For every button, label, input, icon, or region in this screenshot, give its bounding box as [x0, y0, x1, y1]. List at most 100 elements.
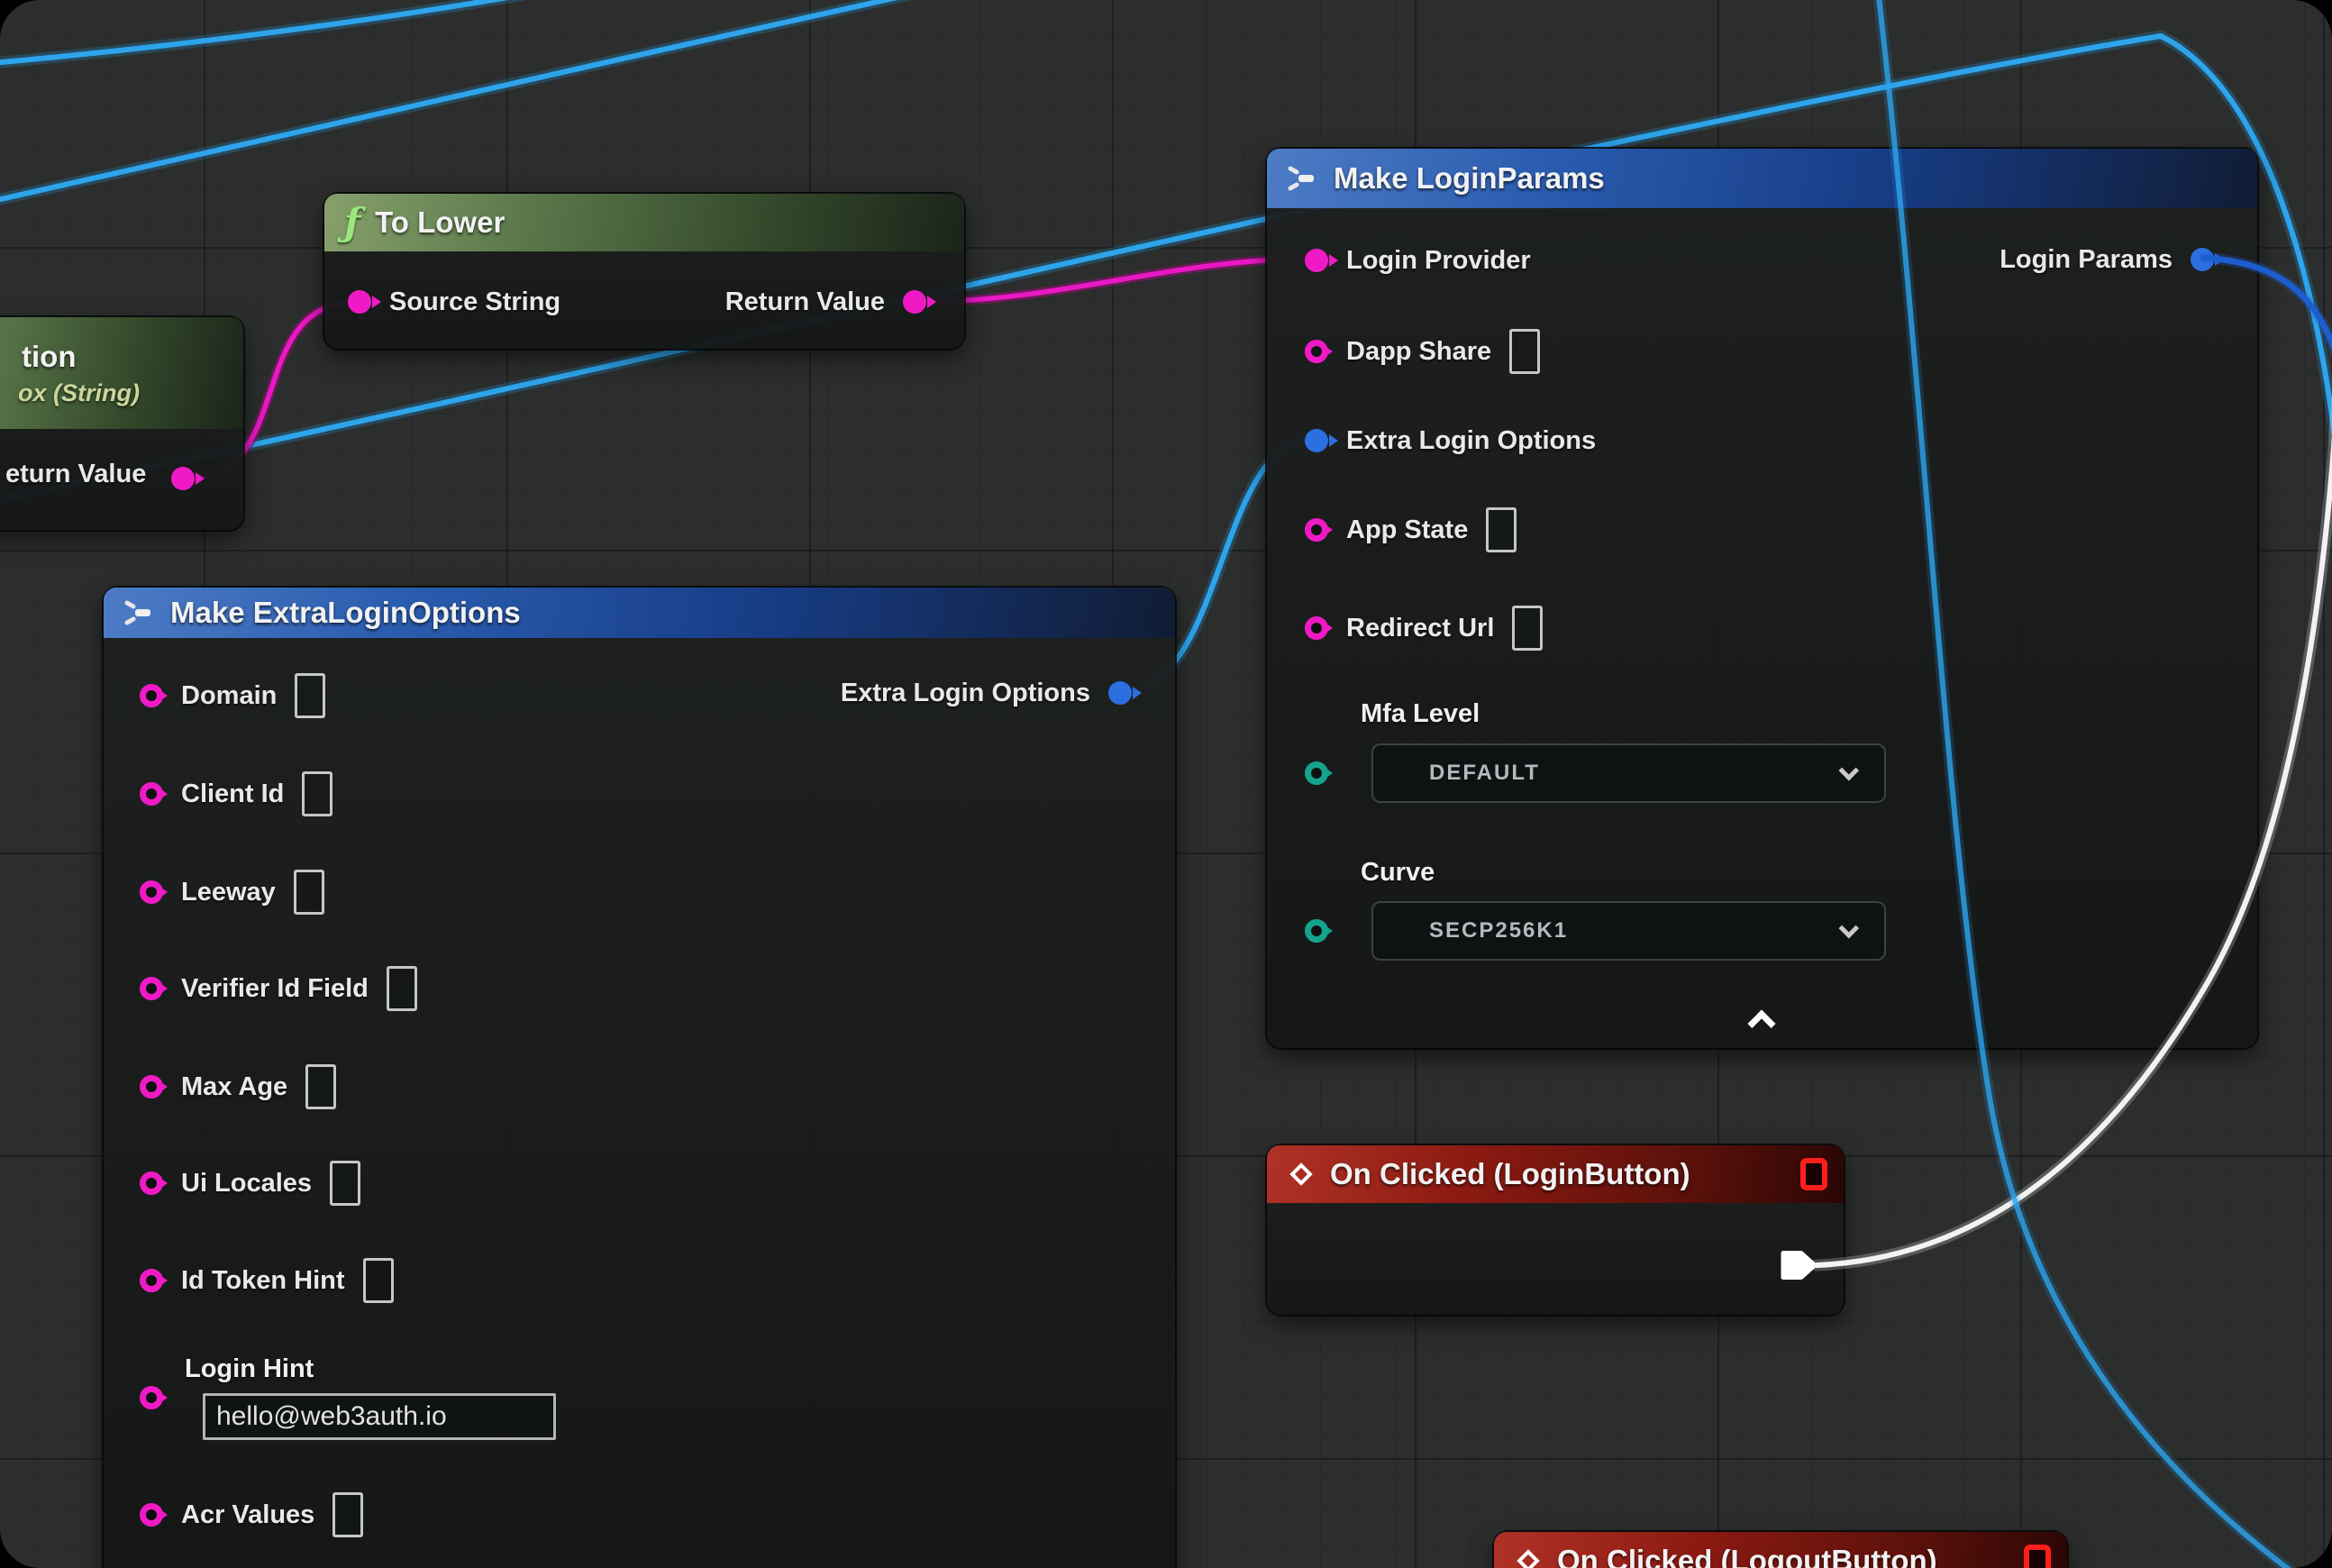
mfa-level-dropdown[interactable]: DEFAULT	[1371, 743, 1886, 803]
input-pin-redirect-url[interactable]	[1305, 616, 1328, 640]
make-struct-icon	[1287, 165, 1319, 192]
pin-label: Acr Values	[181, 1500, 314, 1530]
input-pin-max-age[interactable]	[140, 1075, 163, 1099]
input-pin-app-state[interactable]	[1305, 518, 1328, 542]
pin-row: Verifier Id Field	[140, 969, 417, 1008]
pin-row: Domain	[140, 676, 325, 716]
input-pin-leeway[interactable]	[140, 880, 163, 904]
curve-dropdown[interactable]: SECP256K1	[1371, 901, 1886, 961]
delegate-badge-icon	[1800, 1158, 1827, 1190]
delegate-badge-icon	[2024, 1545, 2051, 1568]
value-box-domain[interactable]	[295, 673, 325, 718]
pin-label: Source String	[389, 287, 560, 317]
pin-row: Extra Login Options	[841, 673, 1132, 713]
input-pin-client-id[interactable]	[140, 782, 163, 806]
pin-label: Id Token Hint	[181, 1266, 345, 1296]
function-icon: ƒ	[344, 204, 360, 242]
pin-row: Login Params	[2000, 240, 2214, 279]
pin-row: Client Id	[140, 774, 332, 814]
node-on-clicked-login-button[interactable]: On Clicked (LoginButton)	[1267, 1145, 1844, 1315]
node-partial-function[interactable]: tion ox (String) eturn Value	[0, 317, 243, 530]
pin-label: Verifier Id Field	[181, 974, 369, 1004]
input-pin-ui-locales[interactable]	[140, 1171, 163, 1195]
pin-label-login-hint: Login Hint	[185, 1354, 314, 1384]
node-make-login-params[interactable]: Make LoginParams Login Params Login Prov…	[1267, 149, 2257, 1048]
node-header: On Clicked (LoginButton)	[1267, 1145, 1844, 1203]
make-struct-icon	[123, 599, 156, 626]
input-pin-mfa-level[interactable]	[1305, 761, 1328, 785]
event-diamond-icon	[1287, 1160, 1316, 1189]
input-pin-source-string[interactable]	[348, 290, 371, 314]
curve-value: SECP256K1	[1429, 918, 1568, 944]
pin-row: Extra Login Options	[1305, 421, 1596, 460]
chevron-down-icon	[1839, 761, 1860, 781]
value-box-acr-values[interactable]	[332, 1492, 363, 1537]
pin-label: Max Age	[181, 1072, 287, 1102]
exec-output-pin[interactable]	[1781, 1247, 1822, 1283]
collapse-node-button[interactable]	[1747, 1009, 1775, 1037]
value-box-verifier-id-field[interactable]	[387, 966, 417, 1011]
value-box-max-age[interactable]	[305, 1064, 336, 1109]
input-pin-login-hint[interactable]	[140, 1386, 163, 1409]
input-pin-dapp-share[interactable]	[1305, 340, 1328, 363]
pin-label: Login Params	[2000, 245, 2173, 275]
pin-row: Return Value	[725, 282, 926, 322]
node-header: On Clicked (LogoutButton)	[1494, 1532, 2067, 1568]
pin-label: Extra Login Options	[841, 679, 1090, 708]
pin-label: Ui Locales	[181, 1169, 312, 1199]
pin-label-return-value: eturn Value	[5, 460, 146, 489]
output-pin-login-params[interactable]	[2191, 248, 2214, 271]
node-to-lower[interactable]: ƒ To Lower Source String Return Value	[324, 194, 964, 349]
pin-label: Redirect Url	[1346, 614, 1494, 643]
pin-label: Extra Login Options	[1346, 426, 1596, 456]
value-box-redirect-url[interactable]	[1512, 606, 1543, 651]
value-box-app-state[interactable]	[1486, 507, 1517, 552]
pin-label: Domain	[181, 681, 277, 711]
mfa-level-label: Mfa Level	[1361, 699, 1480, 729]
node-header: Make ExtraLoginOptions	[104, 588, 1175, 638]
output-pin-return-value[interactable]	[903, 290, 926, 314]
input-pin-domain[interactable]	[140, 684, 163, 707]
output-pin-return-value[interactable]	[171, 467, 195, 490]
input-pin-id-token-hint[interactable]	[140, 1269, 163, 1292]
node-title: tion	[22, 340, 76, 374]
pin-row: Leeway	[140, 872, 324, 912]
pin-row: Redirect Url	[1305, 608, 1543, 648]
output-pin-extra-login-options[interactable]	[1108, 681, 1132, 705]
node-title: On Clicked (LoginButton)	[1330, 1157, 1690, 1191]
node-header: tion ox (String)	[0, 317, 243, 429]
node-title: Make LoginParams	[1334, 161, 1605, 196]
login-hint-input[interactable]	[203, 1393, 556, 1440]
value-box-id-token-hint[interactable]	[363, 1258, 394, 1303]
input-pin-acr-values[interactable]	[140, 1503, 163, 1527]
input-pin-curve[interactable]	[1305, 919, 1328, 943]
value-box-client-id[interactable]	[302, 771, 332, 816]
pin-row: Source String	[348, 282, 560, 322]
pin-row: Ui Locales	[140, 1163, 360, 1203]
node-on-clicked-logout-button[interactable]: On Clicked (LogoutButton)	[1494, 1532, 2067, 1568]
mfa-level-value: DEFAULT	[1429, 761, 1540, 786]
blueprint-canvas[interactable]: tion ox (String) eturn Value ƒ To Lower …	[0, 0, 2332, 1568]
node-header: ƒ To Lower	[324, 194, 964, 251]
node-header: Make LoginParams	[1267, 149, 2257, 208]
pin-row: Acr Values	[140, 1495, 363, 1535]
pin-row: Id Token Hint	[140, 1261, 394, 1300]
pin-row: Max Age	[140, 1067, 336, 1107]
pin-row: Dapp Share	[1305, 332, 1540, 371]
pin-label: Dapp Share	[1346, 337, 1491, 367]
value-box-leeway[interactable]	[294, 870, 324, 915]
pin-label: App State	[1346, 515, 1468, 545]
pin-label: Leeway	[181, 878, 276, 907]
node-make-extra-login-options[interactable]: Make ExtraLoginOptions Extra Login Optio…	[104, 588, 1175, 1568]
pin-label: Return Value	[725, 287, 885, 317]
input-pin-login-provider[interactable]	[1305, 249, 1328, 272]
node-subtitle: ox (String)	[18, 379, 140, 407]
node-title: On Clicked (LogoutButton)	[1557, 1544, 1937, 1568]
value-box-ui-locales[interactable]	[330, 1161, 360, 1206]
curve-label: Curve	[1361, 858, 1435, 888]
input-pin-extra-login-options[interactable]	[1305, 429, 1328, 452]
value-box-dapp-share[interactable]	[1509, 329, 1540, 374]
input-pin-verifier-id-field[interactable]	[140, 977, 163, 1000]
node-title: Make ExtraLoginOptions	[170, 596, 521, 630]
pin-row: App State	[1305, 510, 1517, 550]
